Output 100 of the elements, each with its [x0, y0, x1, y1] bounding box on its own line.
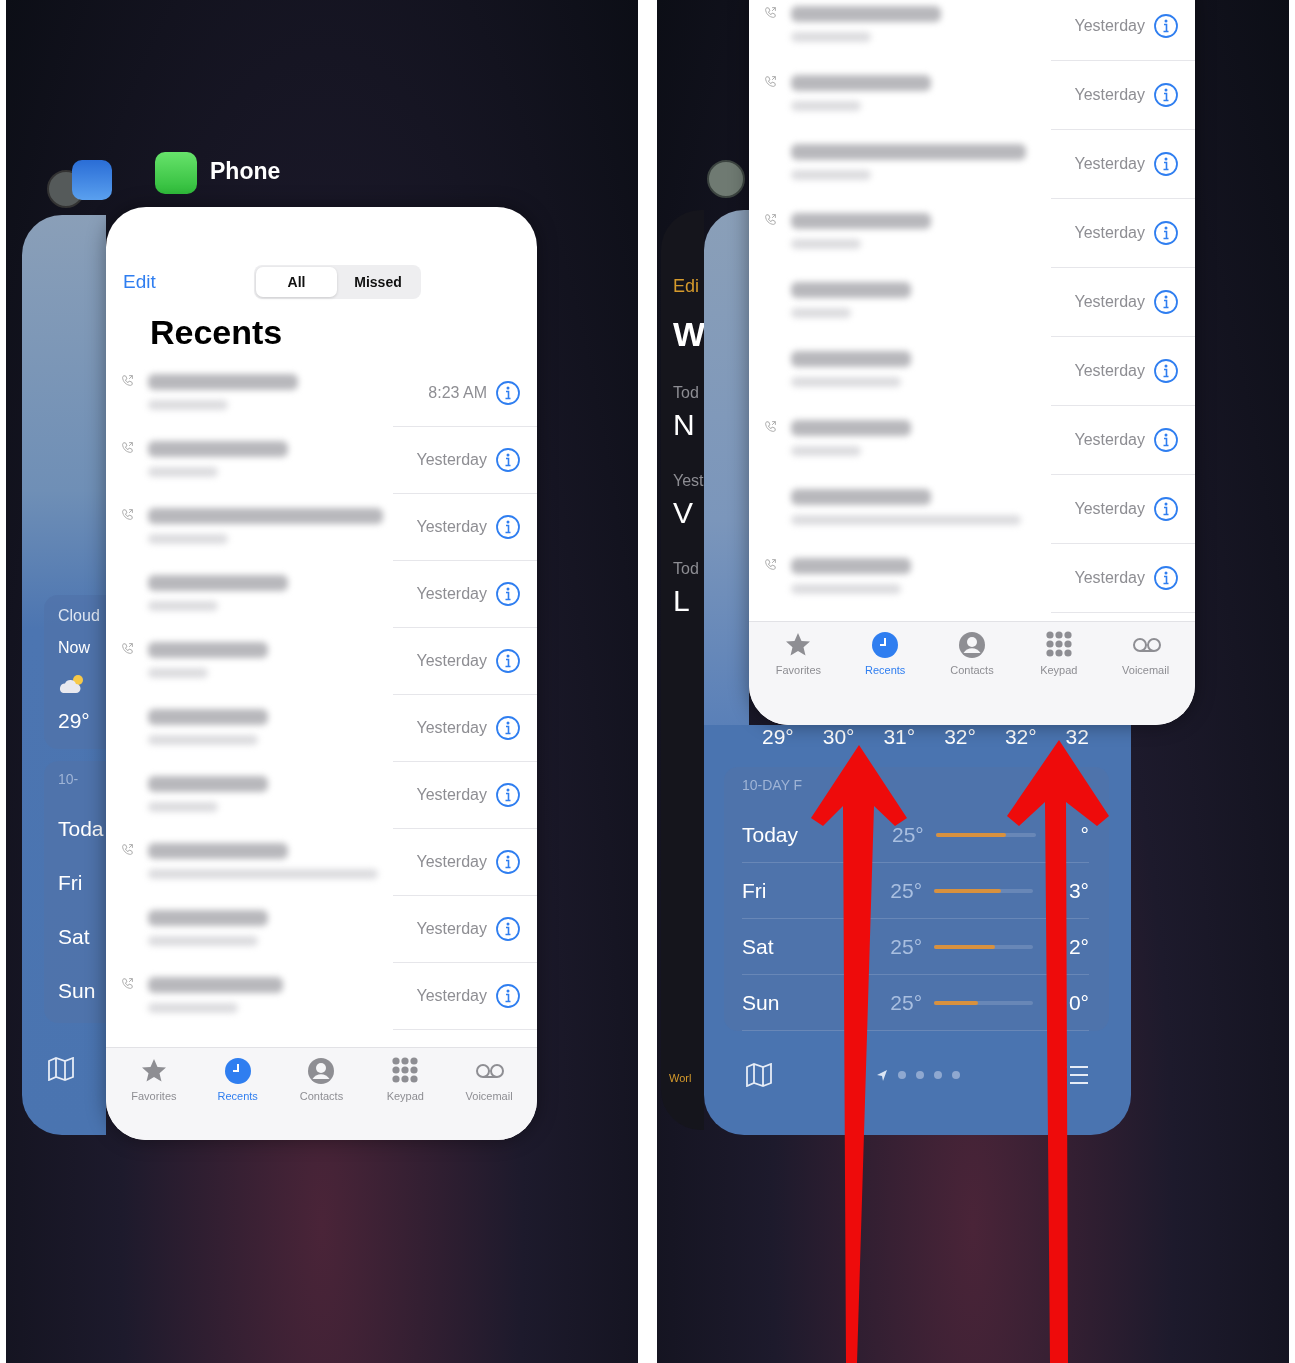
low-temperature: 25°	[892, 822, 924, 847]
low-temperature: 25°	[890, 990, 923, 1015]
phone-icon	[120, 441, 134, 454]
info-icon[interactable]	[495, 782, 521, 808]
phone-app-card[interactable]: Edit All Missed Recents 8:23 AM Yesterday Yesterday Yesterday Yesterday Yesterday Yesterday Yesterday Yesterday Yesterday Favorites Recents Contacts Keypad Voicemail	[106, 207, 537, 1140]
info-icon[interactable]	[1153, 289, 1179, 315]
tab-label: Voicemail	[1122, 664, 1170, 676]
tab-label: Keypad	[1040, 664, 1078, 676]
phone-icon	[763, 558, 777, 571]
hour-temperature: 29°	[58, 709, 90, 733]
info-icon[interactable]	[1153, 358, 1179, 384]
phone-icon	[120, 977, 134, 990]
info-icon[interactable]	[495, 380, 521, 406]
segment-tab[interactable]: All	[255, 267, 338, 297]
blurred-detail	[148, 802, 218, 812]
info-icon[interactable]	[1153, 565, 1179, 591]
high-temperature: 3°	[1068, 878, 1089, 903]
high-temperature: °	[1080, 822, 1089, 847]
forecast-heading: 10-	[58, 771, 79, 787]
map-icon[interactable]	[48, 1057, 74, 1081]
map-icon[interactable]	[746, 1063, 772, 1087]
call-time: Yesterday	[416, 451, 487, 469]
call-time: Yesterday	[416, 719, 487, 737]
keypad-icon	[390, 1056, 421, 1086]
phone-icon	[763, 6, 777, 19]
blurred-detail	[791, 308, 851, 318]
tab-bar-item[interactable]: Voicemail	[1107, 630, 1184, 725]
info-icon[interactable]	[495, 581, 521, 607]
weather-app-card[interactable]: Cloud Now 29° 10- Toda Fri Sat Sun	[22, 215, 106, 1135]
page-title: Recents	[150, 313, 284, 352]
hour-label: Now	[58, 639, 90, 657]
tab-bar-item[interactable]: Recents	[199, 1056, 276, 1140]
blurred-detail	[148, 668, 208, 678]
info-icon[interactable]	[495, 648, 521, 674]
hour-temperature: 32°	[1004, 725, 1037, 749]
hour-temperature: 29°	[762, 725, 794, 749]
world-clock-tab[interactable]: Worl	[669, 1072, 692, 1084]
high-temperature: 2°	[1068, 934, 1089, 959]
info-icon[interactable]	[1153, 151, 1179, 177]
tab-bar-item[interactable]: Voicemail	[451, 1056, 528, 1140]
phone-app-card[interactable]: Yesterday Yesterday Yesterday Yesterday Yesterday Yesterday Yesterday Yesterday Yesterday Favorites Recents Contacts Keypad Voicemail	[749, 0, 1195, 725]
weather-app-icon[interactable]	[72, 160, 112, 200]
tab-bar-item[interactable]: Favorites	[760, 630, 837, 725]
tab-bar-item[interactable]: Contacts	[934, 630, 1010, 725]
call-time: Yesterday	[416, 987, 487, 1005]
blurred-detail	[791, 446, 861, 456]
clock-app-icon[interactable]	[707, 160, 745, 198]
person-icon	[306, 1056, 337, 1086]
hour-temperature: 32	[1065, 725, 1089, 749]
info-icon[interactable]	[495, 849, 521, 875]
clock-card-text: N	[673, 408, 695, 442]
app-name: Phone	[210, 158, 281, 185]
phone-icon	[763, 75, 777, 88]
info-icon[interactable]	[1153, 427, 1179, 453]
person-icon	[957, 630, 987, 660]
tab-bar-item[interactable]: Keypad	[367, 1056, 444, 1140]
segment-tab[interactable]: Missed	[337, 267, 419, 297]
call-time: Yesterday	[1074, 86, 1145, 104]
forecast-day: Sat	[58, 925, 90, 949]
phone-app-icon[interactable]	[155, 152, 197, 194]
clock-card-text: Yest	[673, 472, 704, 490]
tab-label: Voicemail	[465, 1090, 513, 1102]
info-icon[interactable]	[495, 916, 521, 942]
low-temperature: 25°	[890, 934, 923, 959]
tab-label: Favorites	[775, 664, 821, 676]
forecast-day: Sat	[742, 934, 891, 959]
call-time: Yesterday	[1074, 293, 1145, 311]
info-icon[interactable]	[495, 983, 521, 1009]
tab-bar-item[interactable]: Keypad	[1020, 630, 1097, 725]
blurred-detail	[148, 467, 218, 477]
tab-bar-item[interactable]: Contacts	[283, 1056, 360, 1140]
tab-label: Recents	[865, 664, 906, 676]
tab-label: Keypad	[386, 1090, 424, 1102]
tab-bar-item[interactable]: Favorites	[115, 1056, 192, 1140]
hourly-summary: Cloud	[58, 607, 100, 625]
call-time: Yesterday	[1074, 17, 1145, 35]
call-time: Yesterday	[1074, 431, 1145, 449]
high-temperature: 0°	[1068, 990, 1089, 1015]
edit-link[interactable]: Edit	[123, 271, 156, 293]
info-icon[interactable]	[495, 715, 521, 741]
forecast-day: Fri	[58, 871, 83, 895]
call-time: Yesterday	[416, 652, 487, 670]
info-icon[interactable]	[1153, 220, 1179, 246]
blurred-detail	[148, 601, 218, 611]
tab-bar-item[interactable]: Recents	[847, 630, 924, 725]
info-icon[interactable]	[495, 514, 521, 540]
info-icon[interactable]	[1153, 496, 1179, 522]
clock-card-text: V	[673, 496, 693, 530]
info-icon[interactable]	[1153, 13, 1179, 39]
phone-icon	[120, 642, 134, 655]
clock-icon	[870, 630, 901, 660]
info-icon[interactable]	[1153, 82, 1179, 108]
blurred-detail	[791, 101, 861, 111]
forecast-day: Today	[742, 822, 892, 847]
blurred-detail	[791, 239, 861, 249]
info-icon[interactable]	[495, 447, 521, 473]
call-time: Yesterday	[416, 518, 487, 536]
clock-card-text: L	[673, 584, 690, 618]
hour-temperature: 32°	[944, 725, 976, 749]
forecast-day: Toda	[58, 817, 104, 841]
